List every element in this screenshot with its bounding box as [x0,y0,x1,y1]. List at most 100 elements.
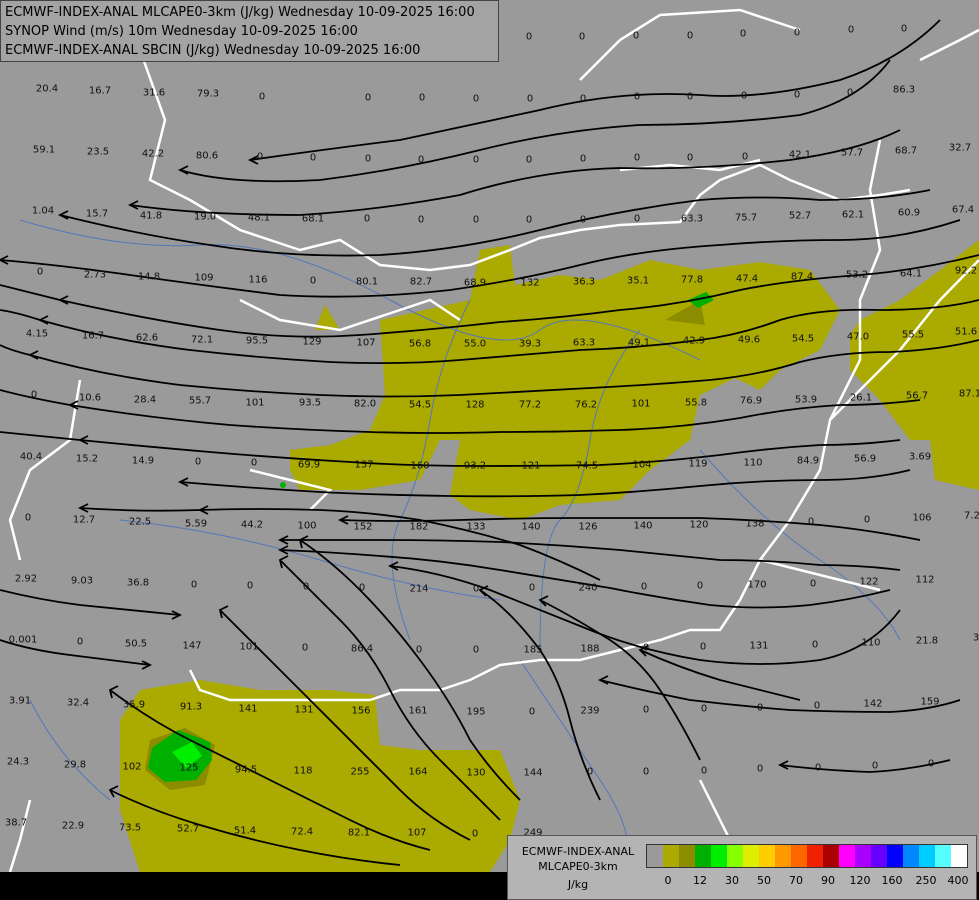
legend-swatch [775,845,791,867]
map-value-label: 80.1 [355,276,379,288]
map-value-label: 68.7 [894,145,918,157]
map-value-label: 49.1 [627,337,651,349]
map-value-label: 60.9 [897,207,921,219]
map-value-label: 0 [579,153,587,165]
legend-swatch [887,845,903,867]
map-value-label: 159 [920,696,940,708]
map-value-label: 0 [76,636,84,648]
header-panel: ECMWF-INDEX-ANAL MLCAPE0-3km (J/kg) Wedn… [0,0,499,62]
map-value-label: 56.8 [408,338,432,350]
map-value-label: 0 [358,582,366,594]
legend-swatch [647,845,663,867]
map-value-label: 77.8 [680,274,704,286]
map-value-label: 140 [633,520,653,532]
legend-swatch [839,845,855,867]
map-value-label: 161 [408,705,428,717]
map-value-label: 3 [972,632,979,644]
header-line-wind: SYNOP Wind (m/s) 10m Wednesday 10-09-202… [5,24,358,39]
map-value-label: 59.1 [32,144,56,156]
legend-title: ECMWF-INDEX-ANAL MLCAPE0-3km [512,844,644,874]
map-value-label: 101 [245,397,265,409]
map-value-label: 0 [417,154,425,166]
legend-swatch [871,845,887,867]
map-value-label: 47.4 [735,273,759,285]
map-layers [0,8,979,872]
map-value-label: 3.69 [908,451,932,463]
map-value-label: 1.04 [31,205,55,217]
legend-swatch [823,845,839,867]
map-value-label: 0 [256,151,264,163]
legend-swatch [759,845,775,867]
map-value-label: 48.1 [247,212,271,224]
map-value-label: 14.9 [131,455,155,467]
map-value-label: 170 [747,579,767,591]
map-value-label: 12.7 [72,514,96,526]
map-value-label: 0 [418,92,426,104]
map-value-label: 7.2 [964,510,979,522]
map-value-label: 0 [686,152,694,164]
legend-swatch [919,845,935,867]
map-value-label: 142 [863,698,883,710]
map-value-label: 0 [642,704,650,716]
map-value-label: 9.03 [70,575,94,587]
map-value-label: 79.3 [196,88,220,100]
map-value-label: 21.8 [915,635,939,647]
map-value-label: 0 [756,763,764,775]
map-value-label: 32.4 [66,697,90,709]
map-value-label: 73.5 [118,822,142,834]
map-value-label: 53.2 [845,269,869,281]
legend-tick-label: 250 [915,874,937,887]
map-value-label: 86.3 [892,84,916,96]
map-value-label: 0 [642,642,650,654]
header-line-sbcin: ECMWF-INDEX-ANAL SBCIN (J/kg) Wednesday … [5,43,421,58]
map-value-label: 51.6 [954,326,978,338]
map-value-label: 0 [809,578,817,590]
map-value-label: 109 [194,272,214,284]
legend-swatch [663,845,679,867]
map-value-label: 47.0 [846,331,870,343]
map-value-label: 16.7 [81,330,105,342]
map-value-label: 239 [580,705,600,717]
map-value-label: 24.3 [6,756,30,768]
legend-tick-label: 30 [725,874,739,887]
map-value-label: 26.1 [849,392,873,404]
map-value-label: 112 [915,574,935,586]
map-value-label: 55.5 [901,329,925,341]
map-value-label: 77.2 [518,399,542,411]
map-value-label: 0 [640,581,648,593]
map-value-label: 0 [301,642,309,654]
map-value-label: 3.91 [8,695,32,707]
map-value-label: 0.001 [8,634,38,646]
map-value-label: 76.9 [739,395,763,407]
map-value-label: 131 [294,704,314,716]
map-value-label: 87.1 [958,388,979,400]
map-value-label: 41.8 [139,210,163,222]
map-value-label: 0 [246,580,254,592]
map-value-label: 75.7 [734,212,758,224]
map-value-label: 20.4 [35,83,59,95]
map-value-label: 31.6 [142,87,166,99]
map-value-label: 0 [847,24,855,36]
map-value-label: 0 [194,456,202,468]
map-value-label: 119 [688,458,708,470]
map-value-label: 36.3 [572,276,596,288]
map-value-label: 137 [354,459,374,471]
map-value-label: 0 [472,214,480,226]
map-value-label: 0 [793,27,801,39]
map-value-label: 86.4 [350,643,374,655]
legend-swatch [935,845,951,867]
map-value-label: 10.6 [78,392,102,404]
map-value-label: 55.7 [188,395,212,407]
map-value-label: 147 [182,640,202,652]
map-value-label: 15.7 [85,208,109,220]
map-value-label: 40.4 [19,451,43,463]
map-value-label: 141 [238,703,258,715]
map-value-label: 0 [741,151,749,163]
legend-tick-label: 90 [821,874,835,887]
legend-tick-label: 50 [757,874,771,887]
map-value-label: 188 [580,643,600,655]
map-value-label: 22.9 [61,820,85,832]
map-value-label: 64.1 [899,268,923,280]
legend-tick-label: 0 [664,874,672,887]
map-value-label: 107 [407,827,427,839]
